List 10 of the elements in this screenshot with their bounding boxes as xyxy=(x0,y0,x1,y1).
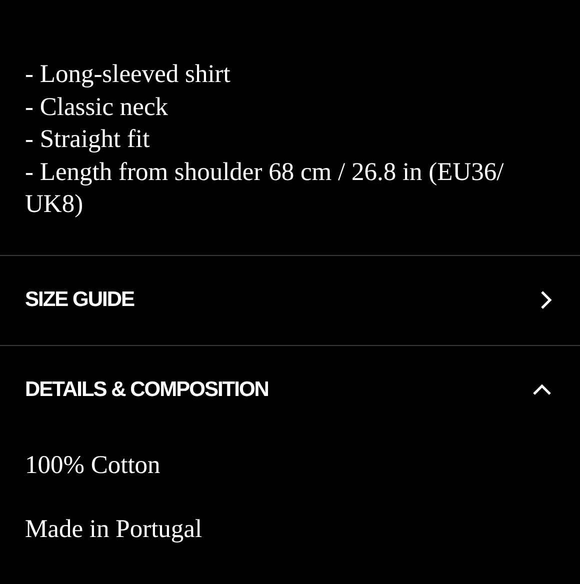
section-header[interactable]: SIZE GUIDE xyxy=(0,256,580,344)
chevron-up-icon xyxy=(532,384,552,396)
chevron-right-icon xyxy=(540,290,552,310)
section-header[interactable]: DETAILS & COMPOSITION xyxy=(0,346,580,434)
description-line: - Classic neck xyxy=(25,90,170,122)
description-line: - Long-sleeved shirt xyxy=(25,58,232,90)
detail-text: 100% Cotton xyxy=(25,448,162,480)
detail-text: Made in Portugal xyxy=(25,512,204,544)
description-line: - Straight fit xyxy=(25,123,151,155)
description-line: - Length from shoulder 68 cm / 26.8 in (EU36/ UK8) xyxy=(25,156,505,220)
